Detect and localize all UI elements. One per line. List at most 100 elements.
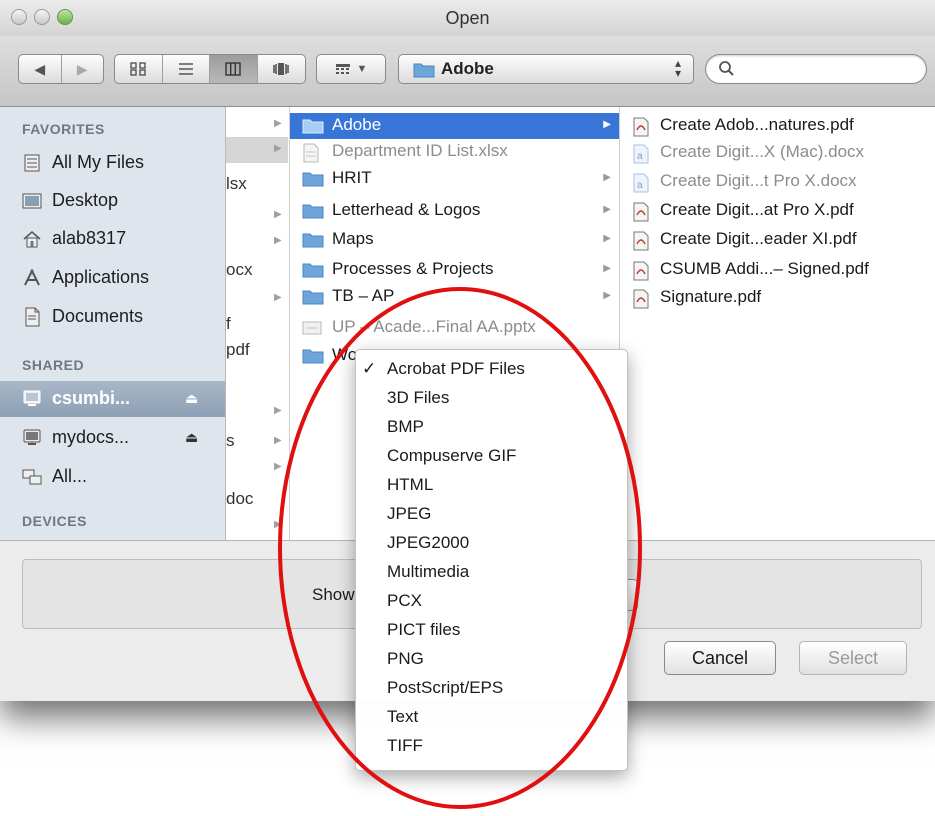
toolbar: ◀ ▶ ▼ Adobe ▴ ▾ (0, 36, 935, 107)
menu-item-label: HTML (387, 475, 434, 494)
applications-icon (24, 268, 40, 286)
list-item-fragment[interactable]: s (226, 431, 235, 451)
menu-item-bmp[interactable]: BMP (356, 413, 627, 442)
menu-item-label: PCX (387, 591, 422, 610)
menu-item-label: JPEG2000 (387, 533, 470, 552)
chevron-right-icon: ▶ (274, 143, 282, 154)
list-view-button[interactable] (163, 55, 210, 83)
forward-button[interactable]: ▶ (62, 55, 104, 83)
back-forward-control: ◀ ▶ (18, 54, 104, 84)
pdf-file-icon (633, 117, 649, 137)
select-button[interactable]: Select (799, 641, 907, 675)
list-item[interactable]: ▶ (226, 137, 288, 163)
list-item[interactable]: Signature.pdf (620, 285, 935, 311)
list-item[interactable]: UP – Acade...Final AA.pptx (290, 315, 619, 341)
menu-item-label: Text (387, 707, 419, 726)
checkmark-icon: ✓ (362, 359, 377, 378)
menu-item-label: TIFF (387, 736, 423, 755)
menu-item-compuserve-gif[interactable]: Compuserve GIF (356, 442, 627, 471)
cancel-button[interactable]: Cancel (664, 641, 776, 675)
list-item-fragment[interactable]: f (226, 314, 231, 334)
menu-item-multimedia[interactable]: Multimedia (356, 558, 627, 587)
menu-item-jpeg[interactable]: JPEG (356, 500, 627, 529)
menu-item-label: 3D Files (387, 388, 450, 407)
chevron-right-icon: ▶ (603, 233, 611, 244)
menu-item-label: BMP (387, 417, 424, 436)
chevron-down-icon: ▼ (356, 63, 368, 75)
all-files-icon (24, 154, 40, 172)
list-item-fragment[interactable]: pdf (226, 340, 250, 360)
menu-item-jpeg2000[interactable]: JPEG2000 (356, 529, 627, 558)
sidebar-item-label: Documents (52, 306, 144, 326)
search-field[interactable] (705, 54, 927, 84)
sidebar-item-label: All My Files (52, 152, 145, 172)
eject-icon[interactable]: ⏏ (185, 429, 198, 446)
list-item[interactable]: Department ID List.xlsx (290, 139, 619, 165)
list-item[interactable]: TB – AP ▶ (290, 284, 619, 310)
list-item[interactable]: a Create Digit...X (Mac).docx (620, 140, 935, 166)
folder-icon (302, 263, 324, 278)
file-format-menu: ✓ Acrobat PDF Files 3D Files BMP Compuse… (355, 349, 628, 771)
menu-item-acrobat-pdf[interactable]: ✓ Acrobat PDF Files (356, 355, 627, 384)
sidebar: FAVORITES All My Files Desktop alab8317 … (0, 107, 226, 540)
list-item[interactable]: Letterhead & Logos ▶ (290, 198, 619, 224)
menu-item-pcx[interactable]: PCX (356, 587, 627, 616)
location-popup[interactable]: Adobe ▴ ▾ (398, 54, 694, 84)
file-name: HRIT (332, 168, 372, 187)
menu-item-3d-files[interactable]: 3D Files (356, 384, 627, 413)
word-file-icon: a (633, 144, 649, 164)
list-item-fragment[interactable]: ocx (226, 260, 252, 280)
chevron-right-icon: ▶ (603, 172, 611, 183)
list-item-fragment[interactable]: lsx (226, 174, 247, 194)
file-name: Create Digit...t Pro X.docx (660, 171, 857, 190)
sidebar-item-home[interactable]: alab8317 (0, 221, 225, 257)
file-name: Processes & Projects (332, 259, 494, 278)
word-file-icon: a (633, 173, 649, 193)
menu-item-tiff[interactable]: TIFF (356, 732, 627, 761)
sidebar-item-documents[interactable]: Documents (0, 299, 225, 335)
coverflow-view-button[interactable] (258, 55, 305, 83)
file-name: Signature.pdf (660, 287, 762, 306)
pdf-file-icon (633, 231, 649, 251)
eject-icon[interactable]: ⏏ (185, 390, 198, 407)
list-item-fragment[interactable]: doc (226, 489, 253, 509)
view-mode-control (114, 54, 306, 84)
sidebar-item-desktop[interactable]: Desktop (0, 183, 225, 219)
sidebar-item-all-network[interactable]: All... (0, 459, 225, 495)
menu-item-postscript-eps[interactable]: PostScript/EPS (356, 674, 627, 703)
arrange-button[interactable]: ▼ (317, 55, 385, 83)
menu-item-png[interactable]: PNG (356, 645, 627, 674)
list-item[interactable]: Maps ▶ (290, 227, 619, 253)
chevron-right-icon: ▶ (603, 263, 611, 274)
sidebar-item-label: csumbi... (52, 388, 131, 408)
menu-item-html[interactable]: HTML (356, 471, 627, 500)
chevron-right-icon: ▶ (274, 435, 282, 446)
sidebar-item-label: Applications (52, 267, 150, 287)
file-name: Wo (332, 345, 358, 364)
list-item[interactable]: Create Adob...natures.pdf (620, 113, 935, 139)
folder-icon (302, 233, 324, 248)
shared-header: SHARED (22, 357, 85, 373)
back-button[interactable]: ◀ (19, 55, 62, 83)
list-item[interactable]: HRIT ▶ (290, 166, 619, 192)
chevron-right-icon: ▶ (274, 405, 282, 416)
list-item[interactable]: Create Digit...at Pro X.pdf (620, 198, 935, 224)
sidebar-item-applications[interactable]: Applications (0, 260, 225, 296)
desktop-icon (22, 193, 42, 209)
menu-item-pict-files[interactable]: PICT files (356, 616, 627, 645)
chevron-right-icon: ▶ (603, 290, 611, 301)
sidebar-item-csumbi[interactable]: csumbi... ⏏ (0, 381, 225, 417)
list-item[interactable]: CSUMB Addi...– Signed.pdf (620, 257, 935, 283)
arrange-popup: ▼ (316, 54, 386, 84)
sidebar-item-all-my-files[interactable]: All My Files (0, 145, 225, 181)
list-item[interactable]: Processes & Projects ▶ (290, 257, 619, 283)
menu-item-text[interactable]: Text (356, 703, 627, 732)
title-bar: Open (0, 0, 935, 37)
file-name: Create Digit...at Pro X.pdf (660, 200, 854, 219)
list-item[interactable]: a Create Digit...t Pro X.docx (620, 169, 935, 195)
list-item[interactable]: Create Digit...eader XI.pdf (620, 227, 935, 253)
sidebar-item-mydocs[interactable]: mydocs... ⏏ (0, 420, 225, 456)
column-view-button[interactable] (210, 55, 258, 83)
list-item-adobe[interactable]: Adobe ▶ (290, 113, 619, 139)
icon-view-button[interactable] (115, 55, 163, 83)
